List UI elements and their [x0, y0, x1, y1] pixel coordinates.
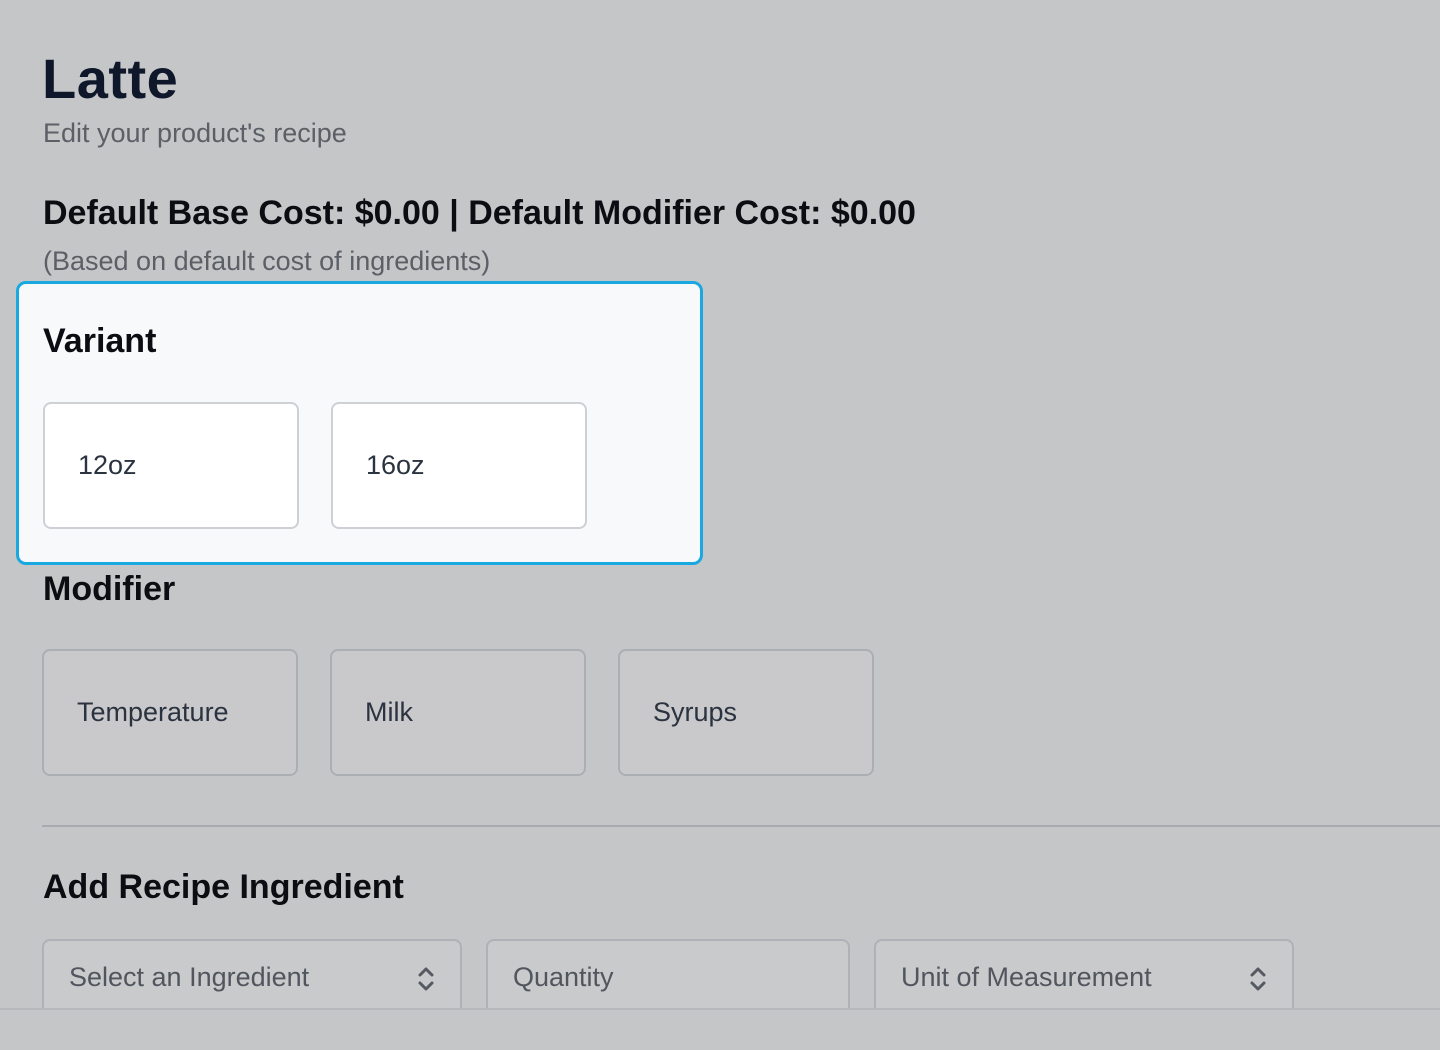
quantity-input[interactable]: Quantity	[486, 939, 850, 1008]
modifier-option-syrups[interactable]: Syrups	[618, 649, 874, 776]
unit-of-measurement-select[interactable]: Unit of Measurement	[874, 939, 1294, 1008]
variant-option-label: 12oz	[78, 450, 137, 480]
recipe-editor-page: Latte Edit your product's recipe Default…	[0, 0, 1440, 1008]
page-subtitle: Edit your product's recipe	[43, 118, 347, 148]
default-cost-note: (Based on default cost of ingredients)	[43, 246, 491, 276]
variant-section: Variant 12oz 16oz	[16, 281, 703, 565]
modifier-option-label: Temperature	[77, 697, 229, 727]
unit-select-value: Unit of Measurement	[901, 962, 1152, 992]
chevron-up-down-icon	[1250, 967, 1266, 991]
modifier-option-milk[interactable]: Milk	[330, 649, 586, 776]
chevron-up-down-icon	[418, 967, 434, 991]
default-cost-summary: Default Base Cost: $0.00 | Default Modif…	[43, 194, 916, 232]
add-ingredient-heading: Add Recipe Ingredient	[43, 868, 404, 906]
section-divider	[42, 825, 1440, 827]
variant-option-12oz[interactable]: 12oz	[43, 402, 299, 529]
modifier-heading: Modifier	[43, 570, 176, 608]
page-title: Latte	[42, 47, 179, 110]
variant-option-16oz[interactable]: 16oz	[331, 402, 587, 529]
variant-heading: Variant	[43, 322, 157, 360]
quantity-placeholder: Quantity	[513, 962, 614, 992]
ingredient-select[interactable]: Select an Ingredient	[42, 939, 462, 1008]
variant-option-label: 16oz	[366, 450, 425, 480]
bottom-bar	[0, 1008, 1440, 1050]
modifier-option-label: Syrups	[653, 697, 738, 727]
modifier-option-label: Milk	[365, 697, 413, 727]
ingredient-select-value: Select an Ingredient	[69, 962, 310, 992]
modifier-option-temperature[interactable]: Temperature	[42, 649, 298, 776]
